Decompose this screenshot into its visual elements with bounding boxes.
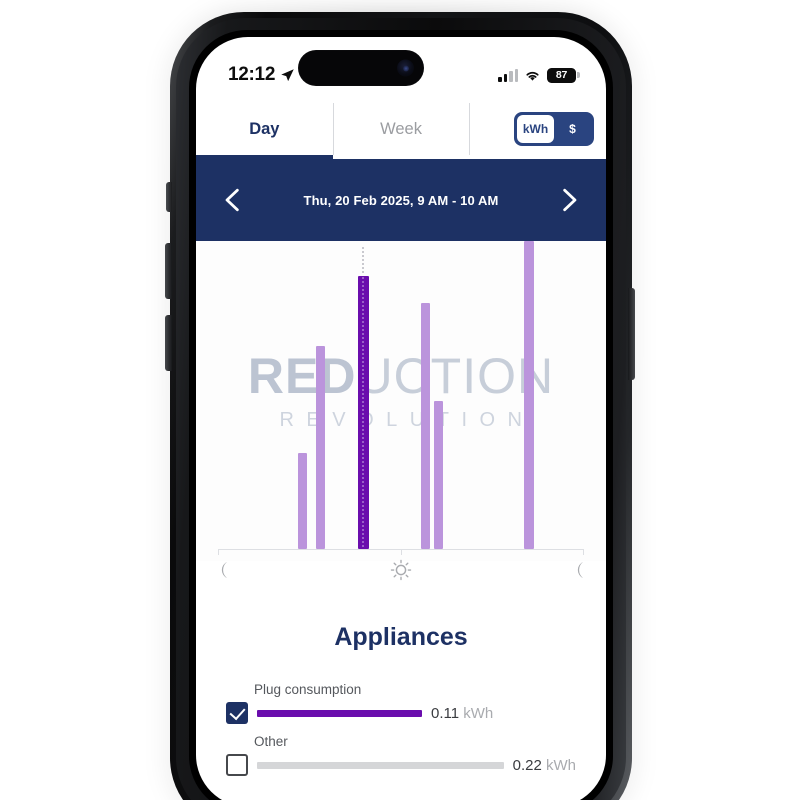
volume-up-button[interactable]: [165, 243, 172, 299]
tab-day[interactable]: Day: [196, 99, 333, 159]
appliance-value-unit: kWh: [546, 756, 576, 774]
power-button[interactable]: [628, 288, 635, 380]
chart-bar[interactable]: [298, 452, 308, 549]
appliance-row: Plug consumption 0.11 kWh: [226, 682, 576, 724]
appliances-title: Appliances: [334, 623, 468, 651]
appliance-value-number: 0.11: [431, 704, 464, 722]
battery-level-label: 87: [555, 69, 568, 81]
appliance-meter: 0.11 kWh: [226, 702, 576, 724]
chart-bar[interactable]: [421, 303, 431, 549]
front-camera-icon: [397, 59, 414, 77]
appliance-value-number: 0.22: [512, 756, 546, 774]
status-bar-left: 12:12: [228, 64, 295, 86]
appliance-name-label: Plug consumption: [254, 682, 362, 697]
chart-bar[interactable]: [524, 241, 534, 549]
location-arrow-icon: [281, 68, 294, 81]
date-navigation-bar: Thu, 20 Feb 2025, 9 AM - 10 AM: [196, 159, 606, 241]
appliance-bar: [257, 761, 504, 769]
chevron-right-icon[interactable]: [556, 187, 582, 213]
phone-screen: 12:12 87 Day Week kWh $ Thu, 20 Feb 2025…: [196, 37, 606, 800]
appliance-bar: [257, 709, 422, 717]
appliances-list: Plug consumption 0.11 kWh Other 0.22 kWh: [226, 682, 576, 776]
unit-toggle[interactable]: kWh $: [514, 112, 594, 146]
appliance-checkbox[interactable]: [226, 754, 248, 776]
wifi-icon: [526, 71, 539, 81]
chart-bar[interactable]: [434, 400, 444, 549]
appliance-row: Other 0.22 kWh: [226, 734, 576, 776]
battery-icon: 87: [547, 67, 580, 83]
axis-tick-mid: [401, 549, 402, 555]
appliance-name-label: Other: [254, 734, 288, 749]
appliance-value-unit: kWh: [463, 704, 494, 722]
chart-bar-highlighted[interactable]: [357, 275, 369, 549]
tab-day-label: Day: [249, 119, 280, 138]
period-tab-bar: Day Week Month kWh $: [196, 99, 606, 159]
appliances-section: Appliances Plug consumption 0.11 kWh Other…: [196, 561, 606, 786]
chart-bar[interactable]: [316, 346, 326, 549]
axis-tick-start: [218, 549, 219, 555]
status-bar-right: 87: [498, 67, 580, 83]
mute-switch-button[interactable]: [166, 182, 172, 212]
screenshot-root: 12:12 87 Day Week kWh $ Thu, 20 Feb 2025…: [0, 0, 800, 800]
dynamic-island: [298, 50, 424, 86]
chart-plot-area[interactable]: [196, 241, 606, 549]
date-range-label: Thu, 20 Feb 2025, 9 AM - 10 AM: [303, 192, 499, 208]
appliance-value-label: 0.22 kWh: [513, 757, 576, 774]
clock-label: 12:12: [228, 64, 276, 85]
unit-option-currency[interactable]: $: [554, 115, 591, 143]
chevron-left-icon[interactable]: [220, 187, 246, 213]
appliance-meter: 0.22 kWh: [226, 754, 576, 776]
chart-bar-stem: [362, 247, 365, 276]
axis-tick-end: [583, 549, 584, 555]
cellular-signal-icon: [498, 68, 518, 82]
appliance-value-label: 0.11 kWh: [431, 705, 493, 722]
tab-week[interactable]: Week: [332, 99, 470, 159]
tab-week-label: Week: [380, 119, 422, 138]
usage-chart: REDUCTION REVOLUTION: [196, 241, 606, 581]
appliance-checkbox[interactable]: [226, 702, 248, 724]
volume-down-button[interactable]: [165, 315, 172, 371]
unit-option-kwh[interactable]: kWh: [517, 115, 554, 143]
